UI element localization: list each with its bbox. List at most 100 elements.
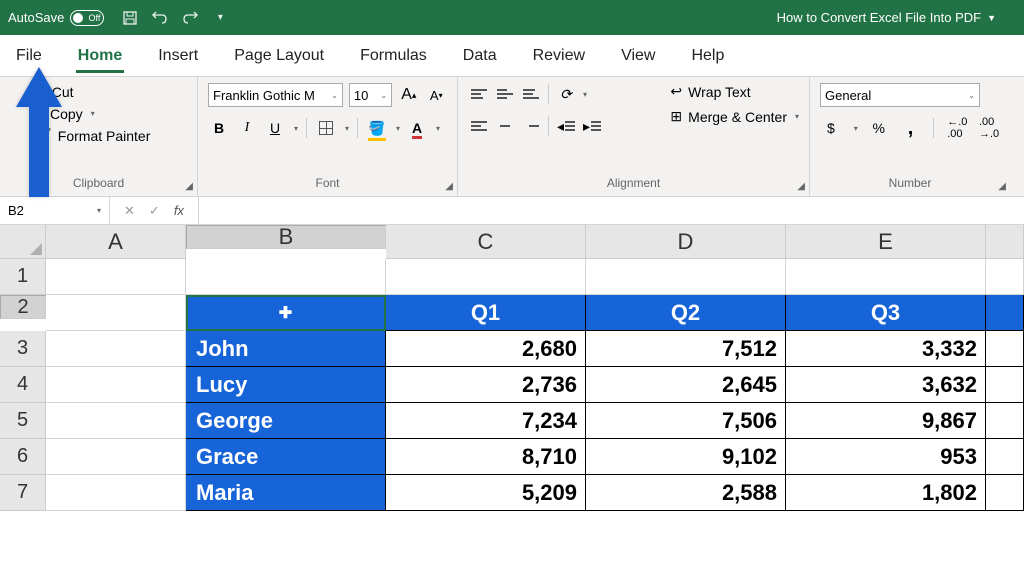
align-right-icon[interactable] <box>520 115 542 137</box>
row-header[interactable]: 4 <box>0 367 46 403</box>
tab-home[interactable]: Home <box>76 39 124 73</box>
cell[interactable]: Q1 <box>386 295 586 331</box>
cell[interactable]: 2,680 <box>386 331 586 367</box>
cell[interactable] <box>986 331 1024 367</box>
cell[interactable]: 1,802 <box>786 475 986 511</box>
cell[interactable]: 2,645 <box>586 367 786 403</box>
cell[interactable] <box>986 475 1024 511</box>
cell[interactable]: 953 <box>786 439 986 475</box>
cancel-icon[interactable]: ✕ <box>124 203 135 219</box>
decrease-indent-icon[interactable]: ◂ <box>555 115 577 137</box>
cell[interactable] <box>386 259 586 295</box>
cell[interactable] <box>586 259 786 295</box>
cell[interactable]: 9,867 <box>786 403 986 439</box>
cell[interactable] <box>46 259 186 295</box>
cell-b2-active[interactable]: ✚ <box>186 295 386 331</box>
qat-customize-icon[interactable]: ▾ <box>212 10 228 26</box>
cell[interactable] <box>46 367 186 403</box>
number-format-select[interactable]: General⌄ <box>820 83 980 107</box>
cell[interactable]: 2,736 <box>386 367 586 403</box>
align-top-icon[interactable] <box>468 83 490 105</box>
wrap-text-button[interactable]: ↩Wrap Text <box>670 83 799 100</box>
merge-center-button[interactable]: ⊞Merge & Center▾ <box>670 108 799 125</box>
cell[interactable] <box>46 475 186 511</box>
column-header-c[interactable]: C <box>386 225 586 259</box>
dialog-launcher-icon[interactable]: ◢ <box>185 181 193 192</box>
italic-button[interactable]: I <box>236 117 258 139</box>
column-header-e[interactable]: E <box>786 225 986 259</box>
redo-icon[interactable] <box>182 10 198 26</box>
increase-font-icon[interactable]: A▴ <box>398 84 419 106</box>
row-header[interactable]: 1 <box>0 259 46 295</box>
cell[interactable] <box>46 295 186 331</box>
cell[interactable] <box>46 439 186 475</box>
cell[interactable]: 3,332 <box>786 331 986 367</box>
cell[interactable]: Grace <box>186 439 386 475</box>
dialog-launcher-icon[interactable]: ◢ <box>998 181 1006 192</box>
cell[interactable]: Q3 <box>786 295 986 331</box>
cell[interactable]: John <box>186 331 386 367</box>
toggle-switch[interactable]: Off <box>70 10 104 26</box>
accounting-format-button[interactable]: $ <box>820 117 842 139</box>
tab-view[interactable]: View <box>619 39 657 73</box>
cell[interactable] <box>986 439 1024 475</box>
cell[interactable]: 7,506 <box>586 403 786 439</box>
cell[interactable] <box>986 259 1024 295</box>
underline-button[interactable]: U <box>264 117 286 139</box>
row-header[interactable]: 3 <box>0 331 46 367</box>
orientation-icon[interactable]: ⟳ <box>555 83 577 105</box>
undo-icon[interactable] <box>152 10 168 26</box>
fx-icon[interactable]: fx <box>174 203 184 218</box>
row-header[interactable]: 6 <box>0 439 46 475</box>
tab-review[interactable]: Review <box>531 39 587 73</box>
row-header[interactable]: 2 <box>0 295 46 319</box>
comma-button[interactable]: , <box>900 117 922 139</box>
borders-button[interactable] <box>315 117 337 139</box>
row-header[interactable]: 7 <box>0 475 46 511</box>
percent-button[interactable]: % <box>868 117 890 139</box>
enter-icon[interactable]: ✓ <box>149 203 160 219</box>
align-center-icon[interactable] <box>494 115 516 137</box>
row-header[interactable]: 5 <box>0 403 46 439</box>
tab-help[interactable]: Help <box>689 39 726 73</box>
formula-input[interactable] <box>198 197 1024 224</box>
select-all-button[interactable] <box>0 225 46 259</box>
tab-data[interactable]: Data <box>461 39 499 73</box>
column-header-d[interactable]: D <box>586 225 786 259</box>
cell[interactable]: 7,234 <box>386 403 586 439</box>
save-icon[interactable] <box>122 10 138 26</box>
font-size-select[interactable]: 10⌄ <box>349 83 392 107</box>
column-header-b[interactable]: B <box>186 225 386 249</box>
dialog-launcher-icon[interactable]: ◢ <box>445 181 453 192</box>
document-title[interactable]: How to Convert Excel File Into PDF ▼ <box>777 10 996 25</box>
increase-indent-icon[interactable]: ▸ <box>581 115 603 137</box>
cell[interactable]: 9,102 <box>586 439 786 475</box>
decrease-decimal-icon[interactable]: .00→.0 <box>978 117 1000 139</box>
cell[interactable] <box>186 259 386 295</box>
column-header-f[interactable] <box>986 225 1024 259</box>
cell[interactable] <box>986 403 1024 439</box>
cell[interactable]: 5,209 <box>386 475 586 511</box>
font-color-button[interactable]: A <box>406 117 428 139</box>
cell[interactable]: 8,710 <box>386 439 586 475</box>
cell[interactable] <box>986 295 1024 331</box>
cell[interactable]: 7,512 <box>586 331 786 367</box>
fill-color-button[interactable]: 🪣 <box>366 117 388 139</box>
dialog-launcher-icon[interactable]: ◢ <box>797 181 805 192</box>
cell[interactable]: Q2 <box>586 295 786 331</box>
cell[interactable]: Maria <box>186 475 386 511</box>
cell[interactable] <box>46 403 186 439</box>
font-name-select[interactable]: Franklin Gothic M⌄ <box>208 83 343 107</box>
cell[interactable]: 3,632 <box>786 367 986 403</box>
cell[interactable]: George <box>186 403 386 439</box>
increase-decimal-icon[interactable]: ←.0.00 <box>946 117 968 139</box>
align-middle-icon[interactable] <box>494 83 516 105</box>
tab-page-layout[interactable]: Page Layout <box>232 39 326 73</box>
cell[interactable] <box>786 259 986 295</box>
cell[interactable] <box>986 367 1024 403</box>
bold-button[interactable]: B <box>208 117 230 139</box>
cell[interactable]: Lucy <box>186 367 386 403</box>
align-left-icon[interactable] <box>468 115 490 137</box>
cell[interactable] <box>46 331 186 367</box>
decrease-font-icon[interactable]: A▾ <box>426 84 447 106</box>
